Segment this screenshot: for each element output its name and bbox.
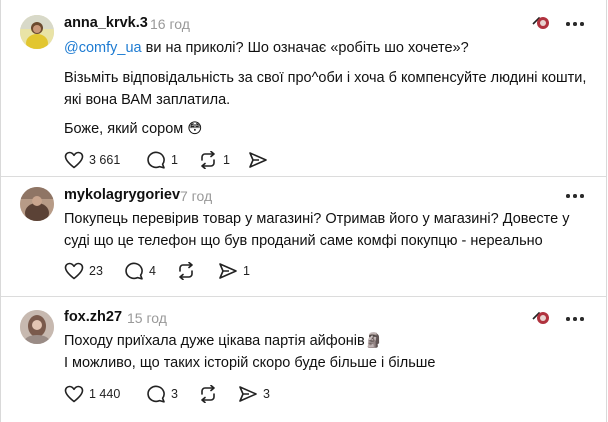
avatar[interactable] <box>20 310 54 344</box>
share-button[interactable]: 1 <box>218 262 250 280</box>
heart-icon <box>64 151 84 169</box>
share-button[interactable]: 3 <box>238 385 270 403</box>
like-count: 3 661 <box>89 153 121 167</box>
share-icon <box>239 386 257 402</box>
comment-icon <box>125 262 143 280</box>
share-icon <box>249 152 267 168</box>
more-icon[interactable] <box>566 193 586 199</box>
like-button[interactable]: 3 661 <box>64 151 120 169</box>
comment-icon <box>147 385 165 403</box>
repost-icon <box>179 262 193 280</box>
username[interactable]: anna_krvk.3 <box>64 15 148 31</box>
comment-text: суді що це телефон що був проданий саме … <box>64 233 543 249</box>
comment-text: І можливо, що таких історій скоро буде б… <box>64 355 436 371</box>
reply-count: 4 <box>149 264 156 278</box>
repost-button[interactable] <box>198 385 223 403</box>
more-icon[interactable] <box>566 21 586 27</box>
like-button[interactable]: 23 <box>64 262 103 280</box>
timestamp: 16 год <box>150 16 190 32</box>
reply-count: 1 <box>171 153 178 167</box>
mention-link[interactable]: @comfy_ua <box>64 40 142 56</box>
comment-text: Походу приїхала дуже цікава партія айфон… <box>64 333 383 349</box>
more-icon[interactable] <box>566 316 586 322</box>
comment-text: Покупець перевірив товар у магазині? Отр… <box>64 211 570 227</box>
repost-icon <box>201 151 215 169</box>
repost-button[interactable]: 1 <box>198 151 230 169</box>
heart-icon <box>64 385 84 403</box>
reply-button[interactable]: 3 <box>146 385 178 403</box>
comment-text: які вона ВАМ заплатила. <box>64 92 231 108</box>
avatar[interactable] <box>20 187 54 221</box>
comment-text: @comfy_ua ви на приколі? Шо означає «роб… <box>64 40 469 56</box>
reply-button[interactable]: 4 <box>124 262 156 280</box>
timestamp: 15 год <box>127 310 167 326</box>
repost-count: 1 <box>223 153 230 167</box>
frame-border-right <box>606 0 607 422</box>
like-button[interactable]: 1 440 <box>64 385 120 403</box>
avatar[interactable] <box>20 15 54 49</box>
divider <box>1 176 606 177</box>
repost-icon <box>201 385 215 403</box>
share-count: 3 <box>263 387 270 401</box>
username[interactable]: mykolagrygoriev <box>64 187 180 203</box>
like-count: 23 <box>89 264 103 278</box>
timestamp: 7 год <box>180 188 213 204</box>
comment-text: Боже, який сором 😳 <box>64 121 203 137</box>
liked-by-avatar <box>530 15 550 31</box>
share-icon <box>219 263 237 279</box>
frame-border-left <box>0 0 1 422</box>
reply-count: 3 <box>171 387 178 401</box>
share-count: 1 <box>243 264 250 278</box>
comment-icon <box>147 151 165 169</box>
share-button[interactable] <box>248 151 273 169</box>
repost-button[interactable] <box>176 262 201 280</box>
like-count: 1 440 <box>89 387 121 401</box>
divider <box>1 296 606 297</box>
heart-icon <box>64 262 84 280</box>
reply-button[interactable]: 1 <box>146 151 178 169</box>
username[interactable]: fox.zh27 <box>64 309 122 325</box>
comment-text: Візьміть відповідальність за свої про^об… <box>64 70 587 86</box>
liked-by-avatar <box>530 310 550 326</box>
